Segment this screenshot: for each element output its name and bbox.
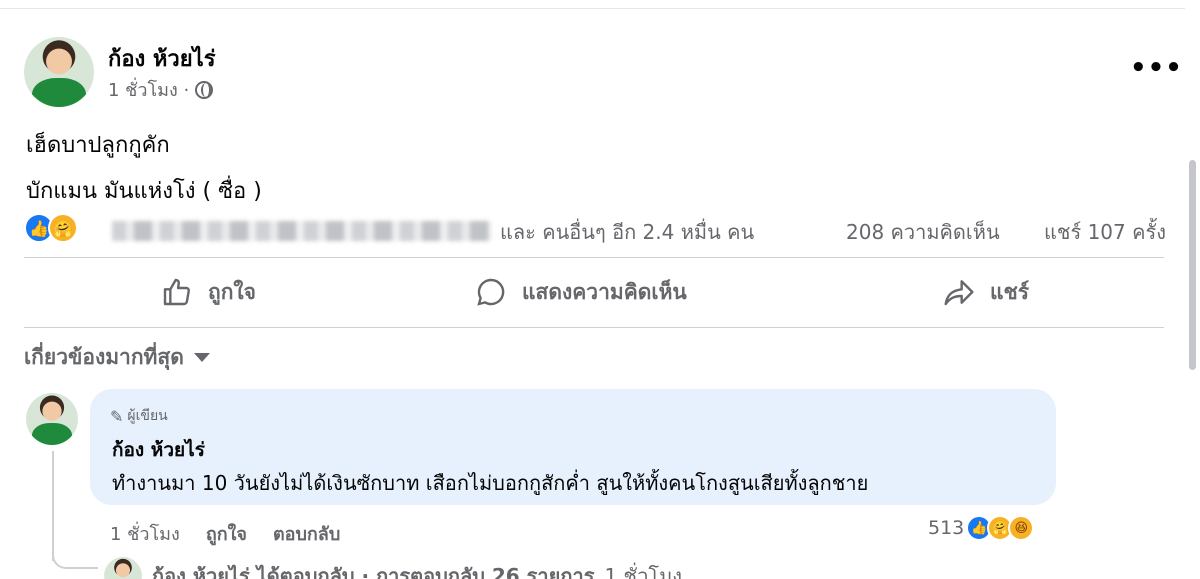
sort-label: เกี่ยวข้องมากที่สุด [24,345,184,369]
divider [24,257,1164,258]
author-badge-label: ผู้เขียน [127,408,168,424]
comment-reactions[interactable]: 513 👍 🤗 😆 [928,515,1035,541]
comment-bubble: ✎ ผู้เขียน ก้อง ห้วยไร่ ทำงานมา 10 วันยั… [90,389,1056,505]
pencil-icon: ✎ [110,406,124,426]
more-options-icon[interactable]: ••• [1130,53,1183,83]
comment-actions: 1 ชั่วโมง ถูกใจ ตอบกลับ [110,519,340,548]
share-count[interactable]: แชร์ 107 ครั้ง [1044,216,1166,248]
comment-text: ทำงานมา 10 วันยังไม่ได้เงินซักบาท เสือกไ… [112,471,869,495]
globe-icon [195,80,214,99]
care-reaction-icon: 🤗 [48,213,78,243]
comment-reaction-count: 513 [928,517,965,539]
blurred-reactor-names [112,221,492,241]
comment-button-label: แสดงความคิดเห็น [522,279,687,304]
commenter-avatar[interactable] [26,393,78,445]
author-name[interactable]: ก้อง ห้วยไร่ [108,41,216,76]
reply-time: 1 ชั่วโมง [604,564,683,579]
comment-author-name[interactable]: ก้อง ห้วยไร่ [112,435,205,465]
comment-reply-button[interactable]: ตอบกลับ [273,519,340,548]
like-button-label: ถูกใจ [208,279,256,304]
thumbs-up-icon [160,275,194,309]
scrollbar-thumb[interactable] [1189,160,1196,370]
reply-author-avatar [104,557,142,579]
reaction-icons[interactable]: 👍 🤗 [24,213,78,243]
post-meta: 1 ชั่วโมง · [108,75,214,104]
post-card: ก้อง ห้วยไร่ 1 ชั่วโมง · ••• เฮ็ดบาปลูกก… [0,8,1185,579]
share-button[interactable]: แชร์ [942,275,1029,309]
thread-connector [52,539,98,569]
reaction-summary[interactable]: และ คนอื่นๆ อีก 2.4 หมื่น คน [500,216,754,248]
share-button-label: แชร์ [990,279,1030,304]
view-replies-link[interactable]: ก้อง ห้วยไร่ ได้ตอบกลับ · การตอบกลับ 26 … [104,557,682,579]
divider [24,327,1164,328]
post-text-line-2: บักแมน มันแห่งโง่ ( ซื่อ ) [26,179,262,204]
post-time[interactable]: 1 ชั่วโมง · [108,75,189,104]
haha-reaction-icon: 😆 [1008,515,1035,541]
post-text-line-1: เฮ็ดบาปลูกกูคัก [26,133,170,158]
reply-summary: ก้อง ห้วยไร่ ได้ตอบกลับ · การตอบกลับ 26 … [152,564,595,579]
comment-count[interactable]: 208 ความคิดเห็น [846,216,1000,248]
author-badge: ✎ ผู้เขียน [110,405,168,427]
like-button[interactable]: ถูกใจ [160,275,256,309]
caret-down-icon [193,353,210,362]
author-avatar[interactable] [24,37,94,107]
share-arrow-icon [942,275,976,309]
scrollbar[interactable] [1185,0,1200,579]
comment-sort-dropdown[interactable]: เกี่ยวข้องมากที่สุด [24,341,210,374]
speech-bubble-icon [474,275,508,309]
comment-time[interactable]: 1 ชั่วโมง [110,519,180,548]
comment-like-button[interactable]: ถูกใจ [206,519,247,548]
comment-button[interactable]: แสดงความคิดเห็น [474,275,687,309]
